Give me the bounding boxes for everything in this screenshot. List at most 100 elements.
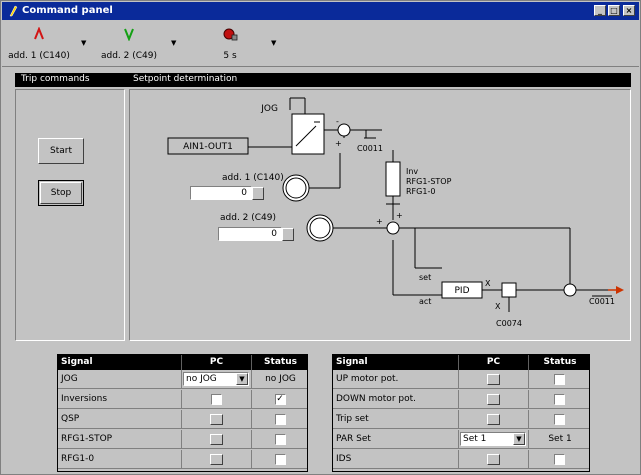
header-pc: PC [182, 355, 252, 370]
pc-toggle-button[interactable] [210, 434, 223, 445]
signal-name: RFG1-STOP [58, 430, 182, 448]
stop-button[interactable]: Stop [38, 180, 84, 206]
table-row: UP motor pot. [333, 370, 589, 389]
chevron-down-icon[interactable]: ▼ [513, 433, 525, 445]
pc-checkbox[interactable] [211, 394, 222, 405]
status-cell [252, 430, 309, 448]
pc-toggle-button[interactable] [487, 374, 500, 385]
tab-setpoint-determination[interactable]: Setpoint determination [133, 74, 237, 84]
jog-label: JOG [260, 104, 278, 114]
minimize-button[interactable]: _ [594, 5, 606, 16]
set-label: set [419, 273, 431, 282]
table-row: RFG1-STOP [58, 430, 307, 449]
add1-value-field[interactable]: 0 [190, 186, 252, 200]
pc-dropdown[interactable]: no JOG ▼ [183, 372, 249, 386]
chevron-down-icon: ▼ [171, 39, 177, 47]
toolbar-add2-dropdown[interactable]: ▼ [166, 25, 176, 63]
toolbar-timer-dropdown[interactable]: ▼ [266, 25, 276, 63]
pc-toggle-button[interactable] [487, 454, 500, 465]
toolbar-add2-button[interactable]: add. 2 (C49) [94, 25, 164, 63]
signal-name: UP motor pot. [333, 370, 459, 388]
pc-cell [459, 410, 529, 428]
signal-table-left: Signal PC Status JOG no JOG ▼ no JOG Inversi… [57, 354, 308, 472]
status-cell [529, 410, 591, 428]
tab-trip-commands[interactable]: Trip commands [21, 74, 90, 84]
table-row: Inversions ✓ [58, 390, 307, 409]
status-checkbox [554, 414, 565, 425]
table-header: Signal PC Status [58, 355, 307, 370]
sum-node-1 [337, 123, 351, 137]
setpoint-diagram-panel: AIN1-OUT1 JOG - + C0011 add. 1 (C140) ad… [129, 89, 631, 341]
toolbar-add1-dropdown[interactable]: ▼ [76, 25, 86, 63]
status-checkbox [274, 454, 286, 465]
timer-icon [223, 28, 238, 41]
signal-name: PAR Set [333, 430, 459, 448]
status-cell [529, 370, 591, 388]
rfg-label-0: RFG1-0 [406, 187, 435, 196]
header-status: Status [264, 357, 297, 367]
signal-name: Inversions [58, 390, 182, 408]
add2-spin-button[interactable] [282, 228, 294, 241]
table-row: RFG1-0 [58, 450, 307, 469]
setpoint-diagram: AIN1-OUT1 JOG - + C0011 add. 1 (C140) ad… [167, 97, 624, 328]
pc-dropdown[interactable]: Set 1 ▼ [460, 432, 526, 446]
rfg-label-stop: RFG1-STOP [406, 177, 452, 186]
title-bar: Command panel _ □ × [2, 2, 639, 20]
status-checkbox [554, 394, 565, 405]
trip-commands-panel: Start Stop [15, 89, 125, 341]
add2-value-field[interactable]: 0 [218, 227, 282, 241]
header-signal: Signal [333, 355, 459, 370]
chevron-down-icon: ▼ [271, 39, 277, 47]
start-button[interactable]: Start [38, 138, 84, 164]
pc-toggle-button[interactable] [210, 454, 223, 465]
signal-name: RFG1-0 [58, 450, 182, 468]
pc-toggle-button[interactable] [487, 414, 500, 425]
status-checkbox [274, 414, 286, 425]
signal-name: IDS [333, 450, 459, 468]
signal-red-icon [34, 27, 44, 40]
toolbar-timer-label: 5 s [223, 51, 237, 61]
status-cell [252, 410, 309, 428]
add2-value: 0 [271, 229, 277, 239]
add1-pot-icon [282, 174, 310, 202]
close-button[interactable]: × [623, 5, 635, 16]
sum-node-1-plus: + [335, 139, 342, 148]
status-checkbox [554, 374, 565, 385]
toolbar: add. 1 (C140) ▼ add. 2 (C49) ▼ 5 s ▼ [2, 21, 639, 67]
table-row: PAR Set Set 1 ▼ Set 1 [333, 430, 589, 449]
signal-green-icon [124, 28, 134, 41]
header-status: Status [543, 357, 577, 367]
toolbar-add1-button[interactable]: add. 1 (C140) [4, 25, 74, 63]
output-arrow-icon [616, 286, 624, 294]
pc-toggle-button[interactable] [487, 394, 500, 405]
pc-cell [459, 450, 529, 468]
add1-spin-button[interactable] [252, 187, 264, 200]
status-cell [252, 450, 309, 468]
signal-name: QSP [58, 410, 182, 428]
chevron-down-icon[interactable]: ▼ [236, 373, 248, 385]
pc-cell [182, 390, 252, 408]
toolbar-timer-button[interactable]: 5 s [210, 25, 250, 63]
status-checkbox [274, 434, 286, 445]
pc-cell [182, 430, 252, 448]
table-row: Trip set [333, 410, 589, 429]
window-title: Command panel [22, 5, 113, 16]
pc-cell [459, 390, 529, 408]
c0074-label: C0074 [496, 319, 522, 328]
pid-label: PID [454, 286, 469, 296]
tab-bar: Trip commands Setpoint determination [15, 73, 631, 87]
sum-node-2 [386, 221, 400, 235]
toolbar-add1-label: add. 1 (C140) [8, 51, 70, 61]
signal-name: Trip set [333, 410, 459, 428]
add1-value: 0 [241, 188, 247, 198]
table-row: JOG no JOG ▼ no JOG [58, 370, 307, 389]
app-icon [9, 5, 18, 17]
chevron-down-icon: ▼ [81, 39, 87, 47]
header-pc: PC [459, 355, 529, 370]
add1-label: add. 1 (C140) [222, 173, 284, 183]
pc-dropdown-value: Set 1 [463, 434, 487, 444]
maximize-button[interactable]: □ [608, 5, 620, 16]
add2-label: add. 2 (C49) [220, 213, 276, 223]
act-label: act [419, 297, 431, 306]
pc-toggle-button[interactable] [210, 414, 223, 425]
